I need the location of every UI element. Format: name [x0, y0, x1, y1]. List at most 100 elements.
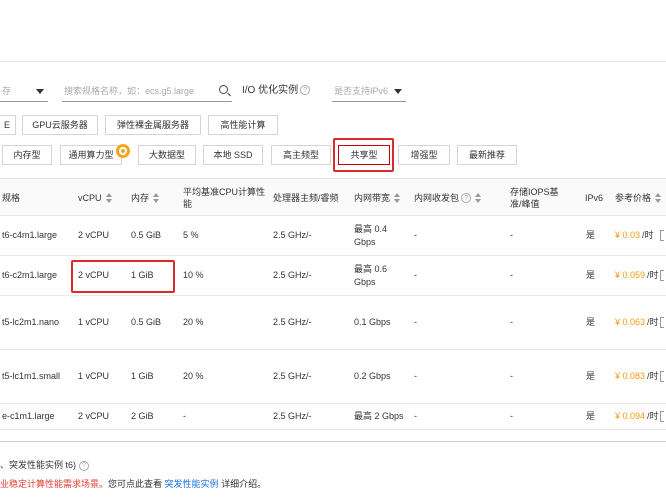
sort-icon[interactable] — [475, 193, 482, 203]
header-bandwidth[interactable]: 内网带宽 — [354, 179, 410, 217]
cell-vcpu: 1 vCPU — [78, 371, 110, 381]
sort-icon[interactable] — [105, 193, 113, 203]
ipv6-select-value: 是否支持IPv6 — [334, 86, 389, 96]
price-unit: /时 — [647, 270, 659, 280]
price-unit: /时 — [647, 317, 659, 327]
highlight-frame-spec — [71, 260, 175, 293]
table-row[interactable]: e-c1m1.large 2 vCPU 2 GiB - 2.5 GHz/- 最高… — [0, 404, 666, 430]
cell-vcpu: 1 vCPU — [78, 317, 110, 327]
search-icon[interactable] — [219, 85, 228, 94]
price-value: ¥ 0.083 — [615, 371, 646, 381]
cell-pps: - — [414, 371, 417, 381]
new-badge-icon — [116, 144, 130, 158]
cell-bandwidth: 0.2 Gbps — [354, 371, 391, 381]
cell-price: ¥ 0.063/时 — [615, 296, 659, 349]
cell-ipv6: 是 — [586, 411, 596, 421]
category-button-general[interactable]: 通用算力型 — [60, 145, 122, 165]
header-price[interactable]: 参考价格 — [615, 179, 666, 217]
cell-iops: - — [510, 371, 513, 381]
cell-pps: - — [414, 411, 417, 421]
cell-baseline: 20 % — [183, 371, 204, 381]
cell-iops: - — [510, 230, 513, 240]
category-button-gpu[interactable]: GPU云服务器 — [22, 115, 98, 135]
help-icon[interactable]: ? — [300, 85, 311, 96]
header-memory[interactable]: 内存 — [131, 179, 175, 217]
search-placeholder: 搜索规格名称，如：ecs.g5.large — [64, 86, 195, 96]
table-row[interactable]: t5-lc1m1.small 1 vCPU 1 GiB 20 % 2.5 GHz… — [0, 350, 666, 404]
cell-price: ¥ 0.03/时 — [615, 216, 654, 255]
cell-iops: - — [510, 411, 513, 421]
family-select[interactable]: 存 — [0, 80, 48, 102]
cell-processor: 2.5 GHz/- — [273, 411, 312, 421]
cell-ipv6: 是 — [586, 270, 596, 280]
cell-bandwidth: 最高 2 Gbps — [354, 411, 404, 421]
sort-icon[interactable] — [153, 193, 160, 203]
help-icon[interactable]: ? — [461, 193, 472, 203]
header-spec: 规格 — [2, 193, 21, 203]
price-unit: /时 — [647, 371, 659, 381]
row-checkbox[interactable] — [660, 256, 664, 295]
category-button-enhanced[interactable]: 增强型 — [398, 145, 450, 165]
cell-processor: 2.5 GHz/- — [273, 230, 312, 240]
cell-baseline: 20 % — [183, 317, 204, 327]
sort-icon[interactable] — [394, 193, 401, 203]
cell-processor: 2.5 GHz/- — [273, 317, 312, 327]
info-icon[interactable]: ? — [79, 460, 90, 471]
row-checkbox[interactable] — [660, 350, 664, 403]
category-button-recommended[interactable]: 最新推荐 — [457, 145, 517, 165]
cell-spec: t6-c4m1.large — [2, 230, 58, 240]
category-button-hpc[interactable]: 高性能计算 — [208, 115, 278, 135]
cell-spec: e-c1m1.large — [2, 411, 55, 421]
price-value: ¥ 0.059 — [615, 270, 646, 280]
header-baseline: 平均基准CPU计算性能 — [183, 187, 266, 209]
cell-bandwidth: 0.1 Gbps — [354, 317, 391, 327]
burstable-instance-link[interactable]: 突发性能实例 — [165, 479, 219, 489]
category-button-high-freq[interactable]: 高主频型 — [271, 145, 331, 165]
table-header: 规格 vCPU 内存 平均基准CPU计算性能 处理器主频/睿频 内网带宽 内网收… — [0, 178, 666, 216]
header-ipv6: IPv6 — [585, 193, 604, 203]
row-checkbox[interactable] — [660, 296, 664, 349]
category-button-big-data[interactable]: 大数据型 — [138, 145, 196, 165]
notice-middle: 您可点此查看 — [108, 479, 163, 489]
ipv6-select[interactable]: 是否支持IPv6 — [332, 80, 406, 102]
cell-memory: 0.5 GiB — [131, 230, 162, 240]
cell-baseline: - — [183, 411, 186, 421]
table-row-partial — [0, 430, 666, 442]
category-button-first[interactable]: E — [0, 115, 16, 135]
price-value: ¥ 0.094 — [615, 411, 646, 421]
cell-processor: 2.5 GHz/- — [273, 371, 312, 381]
cell-bandwidth: 最高 0.6 Gbps — [354, 263, 388, 287]
top-panel — [0, 0, 666, 62]
cell-pps: - — [414, 270, 417, 280]
spec-search-input[interactable]: 搜索规格名称，如：ecs.g5.large — [62, 80, 232, 102]
cell-spec: t5-lc1m1.small — [2, 371, 61, 381]
cell-spec: t6-c2m1.large — [2, 270, 58, 280]
cell-memory: 2 GiB — [131, 411, 154, 421]
row-checkbox[interactable] — [660, 216, 664, 255]
header-iops: 存储IOPS基准/峰值 — [510, 187, 559, 209]
header-pps[interactable]: 内网收发包? — [414, 179, 506, 217]
row-checkbox[interactable] — [660, 404, 664, 429]
table-row[interactable]: t5-lc2m1.nano 1 vCPU 0.5 GiB 20 % 2.5 GH… — [0, 296, 666, 350]
price-value: ¥ 0.063 — [615, 317, 646, 327]
category-button-local-ssd[interactable]: 本地 SSD — [203, 145, 263, 165]
category-button-memory[interactable]: 内存型 — [2, 145, 52, 165]
io-optimized-label: I/O 优化实例? — [242, 80, 311, 102]
highlight-frame-shared — [333, 138, 394, 172]
cell-iops: - — [510, 317, 513, 327]
selected-summary-text: 、突发性能实例 t6) — [0, 460, 77, 470]
cell-baseline: 10 % — [183, 270, 204, 280]
cell-ipv6: 是 — [586, 371, 596, 381]
header-processor: 处理器主频/睿频 — [273, 193, 339, 203]
cell-vcpu: 2 vCPU — [78, 230, 110, 240]
price-unit: /时 — [642, 230, 654, 240]
cell-bandwidth: 最高 0.4 Gbps — [354, 223, 388, 247]
sort-icon[interactable] — [655, 193, 662, 203]
category-button-bare-metal[interactable]: 弹性裸金属服务器 — [105, 115, 201, 135]
header-vcpu[interactable]: vCPU — [78, 179, 126, 217]
selected-summary: 、突发性能实例 t6)? — [0, 458, 666, 471]
cell-iops: - — [510, 270, 513, 280]
chevron-down-icon — [394, 89, 402, 94]
table-row[interactable]: t6-c4m1.large 2 vCPU 0.5 GiB 5 % 2.5 GHz… — [0, 216, 666, 256]
cell-price: ¥ 0.083/时 — [615, 350, 659, 403]
